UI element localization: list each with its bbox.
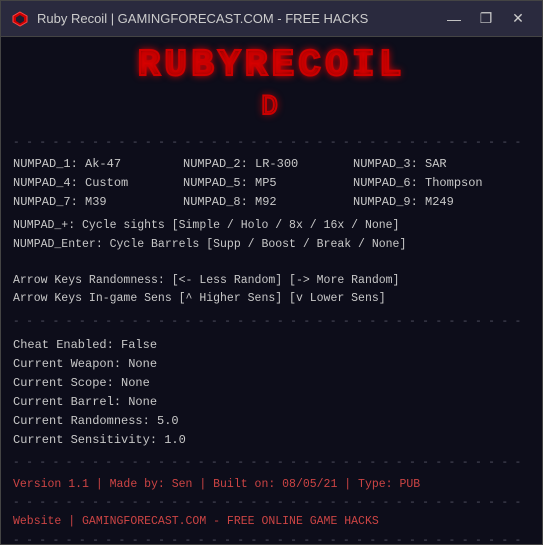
keybind-numpad3: NUMPAD_3: SAR [353, 155, 503, 173]
desc-sights: NUMPAD_+: Cycle sights [Simple / Holo / … [13, 217, 530, 234]
window-title: Ruby Recoil | GAMINGFORECAST.COM - FREE … [37, 11, 440, 26]
divider-2: - - - - - - - - - - - - - - - - - - - - … [13, 314, 530, 331]
desc-sens: Arrow Keys In-game Sens [^ Higher Sens] … [13, 290, 530, 307]
status-cheat-enabled: Cheat Enabled: False [13, 336, 530, 354]
keybind-numpad6: NUMPAD_6: Thompson [353, 174, 503, 192]
keybinds-row-2: NUMPAD_4: Custom NUMPAD_5: MP5 NUMPAD_6:… [13, 174, 530, 192]
banner-line2: D [13, 87, 530, 129]
footer-divider-1: - - - - - - - - - - - - - - - - - - - - … [13, 495, 530, 512]
keybinds-section: NUMPAD_1: Ak-47 NUMPAD_2: LR-300 NUMPAD_… [13, 155, 530, 211]
desc-barrels: NUMPAD_Enter: Cycle Barrels [Supp / Boos… [13, 236, 530, 253]
status-current-scope: Current Scope: None [13, 374, 530, 392]
keybind-numpad4: NUMPAD_4: Custom [13, 174, 163, 192]
description-section: NUMPAD_+: Cycle sights [Simple / Holo / … [13, 217, 530, 307]
desc-randomness: Arrow Keys Randomness: [<- Less Random] … [13, 272, 530, 289]
minimize-button[interactable]: — [440, 8, 468, 30]
divider-3: - - - - - - - - - - - - - - - - - - - - … [13, 455, 530, 472]
status-current-sensitivity: Current Sensitivity: 1.0 [13, 431, 530, 449]
keybinds-row-3: NUMPAD_7: M39 NUMPAD_8: M92 NUMPAD_9: M2… [13, 193, 530, 211]
maximize-button[interactable]: ❐ [472, 8, 500, 30]
keybinds-row-1: NUMPAD_1: Ak-47 NUMPAD_2: LR-300 NUMPAD_… [13, 155, 530, 173]
app-icon [11, 10, 29, 28]
keybind-numpad9: NUMPAD_9: M249 [353, 193, 503, 211]
status-current-barrel: Current Barrel: None [13, 393, 530, 411]
banner-line1: RUBYRECOIL [13, 45, 530, 87]
keybind-numpad1: NUMPAD_1: Ak-47 [13, 155, 163, 173]
footer-divider-2: - - - - - - - - - - - - - - - - - - - - … [13, 533, 530, 544]
status-current-randomness: Current Randomness: 5.0 [13, 412, 530, 430]
keybind-numpad2: NUMPAD_2: LR-300 [183, 155, 333, 173]
titlebar: Ruby Recoil | GAMINGFORECAST.COM - FREE … [1, 1, 542, 37]
keybind-numpad5: NUMPAD_5: MP5 [183, 174, 333, 192]
divider-1: - - - - - - - - - - - - - - - - - - - - … [13, 135, 530, 152]
content-area: RUBYRECOIL D - - - - - - - - - - - - - -… [1, 37, 542, 544]
banner: RUBYRECOIL D [13, 45, 530, 129]
footer-website: Website | GAMINGFORECAST.COM - FREE ONLI… [13, 513, 530, 530]
window-controls: — ❐ ✕ [440, 8, 532, 30]
desc-spacer [13, 254, 530, 271]
keybind-numpad7: NUMPAD_7: M39 [13, 193, 163, 211]
status-section: Cheat Enabled: False Current Weapon: Non… [13, 336, 530, 449]
status-current-weapon: Current Weapon: None [13, 355, 530, 373]
footer-section: Version 1.1 | Made by: Sen | Built on: 0… [13, 476, 530, 544]
keybind-numpad8: NUMPAD_8: M92 [183, 193, 333, 211]
main-window: Ruby Recoil | GAMINGFORECAST.COM - FREE … [0, 0, 543, 545]
footer-version: Version 1.1 | Made by: Sen | Built on: 0… [13, 476, 530, 493]
close-button[interactable]: ✕ [504, 8, 532, 30]
